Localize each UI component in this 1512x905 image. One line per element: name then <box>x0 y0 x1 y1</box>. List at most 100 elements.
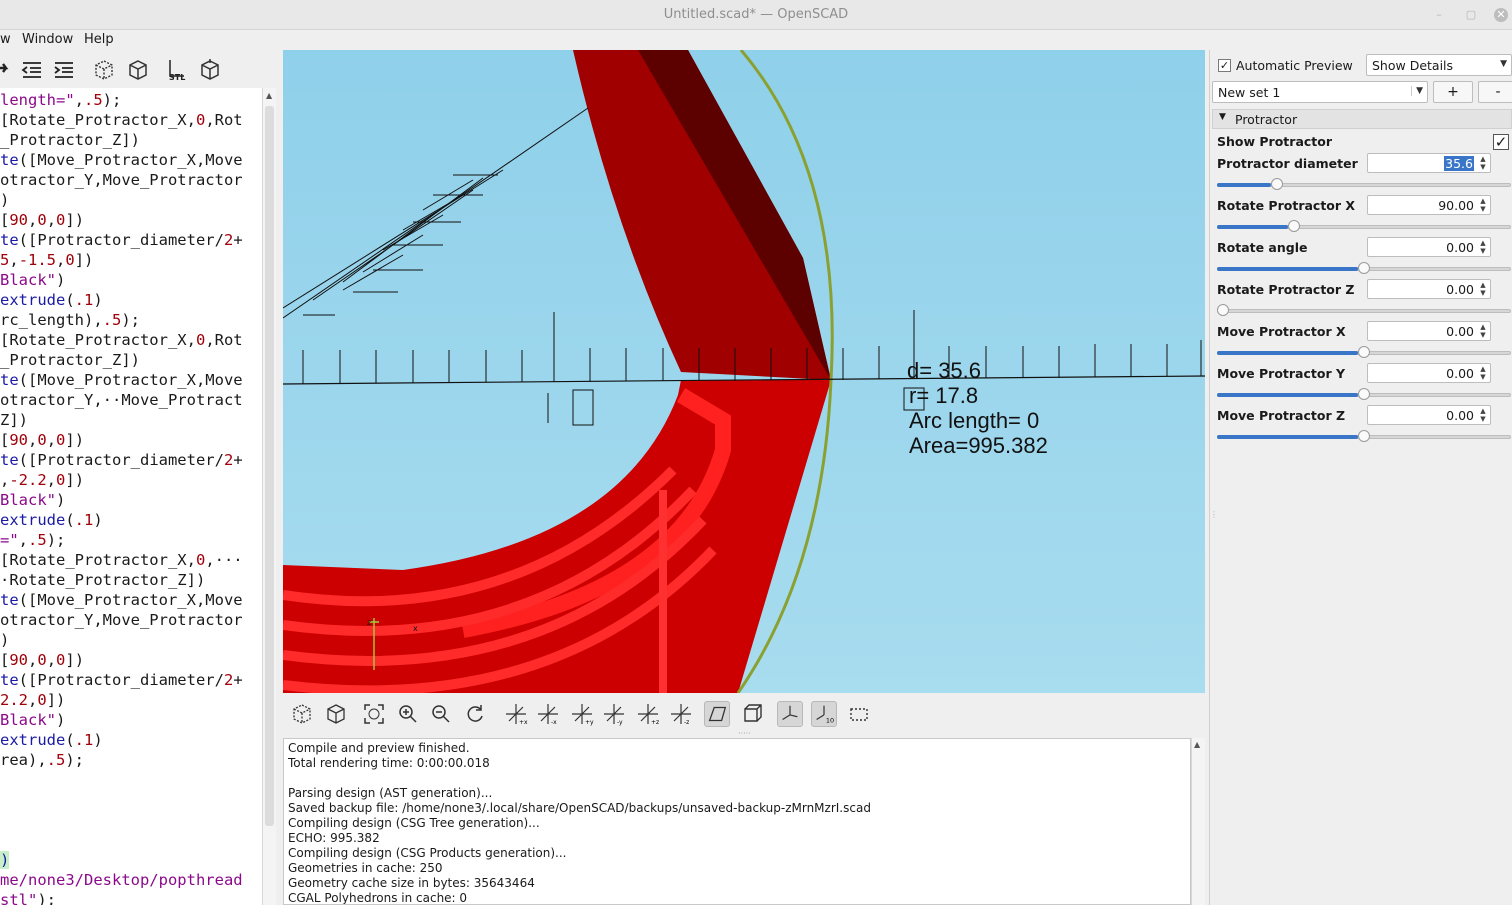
code-line: extrude(.1) <box>0 730 103 750</box>
zoom-out-icon[interactable] <box>428 701 454 727</box>
code-token: 0 <box>37 651 47 669</box>
view-left-icon[interactable]: -x <box>535 701 561 727</box>
menu-view[interactable]: w <box>0 32 11 47</box>
param-slider[interactable] <box>1217 388 1511 402</box>
spin-arrows-icon[interactable]: ▲ ▼ <box>1477 323 1489 339</box>
code-token: ) <box>0 851 10 869</box>
param-spinbox[interactable]: 35.6 ▲ ▼ <box>1367 153 1491 173</box>
code-editor[interactable]: length=",.5); [Rotate_Protractor_X,0,Rot _… <box>0 88 262 905</box>
code-token: ( <box>65 511 75 529</box>
view-top-icon[interactable]: +z <box>635 701 661 727</box>
editor-scroll-thumb[interactable] <box>265 106 274 826</box>
code-token: rc_length), <box>0 311 103 329</box>
code-token: otractor_Y,Move_Protractor <box>0 611 243 629</box>
code-line: ) <box>0 190 9 210</box>
param-spinbox[interactable]: 0.00 ▲ ▼ <box>1367 279 1491 299</box>
scroll-up-icon[interactable]: ▲ <box>1194 740 1200 749</box>
preset-select[interactable]: New set 1 ▼ <box>1212 81 1428 103</box>
param-spinbox[interactable]: 90.00 ▲ ▼ <box>1367 195 1491 215</box>
code-token: te <box>0 671 19 689</box>
svg-text:+x: +x <box>519 719 528 726</box>
unindent-icon[interactable] <box>20 58 44 82</box>
slider-handle[interactable] <box>1358 346 1370 358</box>
render-icon[interactable] <box>126 58 150 82</box>
param-slider[interactable] <box>1217 430 1511 444</box>
view-all-icon[interactable] <box>361 701 387 727</box>
slider-handle[interactable] <box>1358 262 1370 274</box>
add-preset-button[interactable]: + <box>1433 81 1473 103</box>
show-axes-icon[interactable] <box>777 701 803 727</box>
param-spinbox[interactable]: 0.00 ▲ ▼ <box>1367 363 1491 383</box>
slider-handle[interactable] <box>1358 388 1370 400</box>
details-mode-select[interactable]: Show Details ▼ <box>1366 54 1512 76</box>
preview-icon[interactable] <box>92 58 116 82</box>
code-line: 5,-1.5,0]) <box>0 250 93 270</box>
code-line: extrude(.1) <box>0 290 103 310</box>
code-line: Black") <box>0 270 65 290</box>
spin-arrows-icon[interactable]: ▲ ▼ <box>1477 365 1489 381</box>
param-slider[interactable] <box>1217 304 1511 318</box>
console-scrollbar[interactable]: ▲ <box>1191 738 1205 905</box>
slider-handle[interactable] <box>1217 304 1229 316</box>
slider-handle[interactable] <box>1271 178 1283 190</box>
viewport-label-radius: r= 17.8 <box>909 383 979 408</box>
spin-arrows-icon[interactable]: ▲ ▼ <box>1477 281 1489 297</box>
splitter-handle[interactable]: ⋮ <box>1210 510 1218 519</box>
perspective-icon[interactable] <box>704 701 730 727</box>
code-line: [Rotate_Protractor_X,0,Rot <box>0 110 243 130</box>
code-token: .1 <box>74 511 94 529</box>
zoom-in-icon[interactable] <box>395 701 421 727</box>
show-protractor-checkbox[interactable]: ✓ <box>1493 134 1509 150</box>
spin-arrows-icon[interactable]: ▲ ▼ <box>1477 197 1489 213</box>
spin-arrows-icon[interactable]: ▲ ▼ <box>1477 407 1489 423</box>
param-spinbox[interactable]: 0.00 ▲ ▼ <box>1367 237 1491 257</box>
param-value: 0.00 <box>1446 324 1474 339</box>
close-icon[interactable]: ✕ <box>1494 8 1508 22</box>
auto-preview-checkbox[interactable]: ✓ <box>1218 59 1231 72</box>
code-line: length=",.5); <box>0 90 121 110</box>
param-spinbox[interactable]: 0.00 ▲ ▼ <box>1367 321 1491 341</box>
slider-fill <box>1217 435 1358 439</box>
param-slider[interactable] <box>1217 220 1511 234</box>
menu-help[interactable]: Help <box>84 32 114 47</box>
render-icon[interactable] <box>323 701 349 727</box>
show-edges-icon[interactable] <box>846 701 872 727</box>
minimize-icon[interactable]: – <box>1432 8 1446 22</box>
spin-arrows-icon[interactable]: ▲ ▼ <box>1477 239 1489 255</box>
param-slider[interactable] <box>1217 178 1511 192</box>
console-output[interactable]: Compile and preview finished. Total rende… <box>283 738 1191 905</box>
slider-handle[interactable] <box>1358 430 1370 442</box>
redo-icon[interactable] <box>0 58 16 82</box>
splitter-handle[interactable]: ····· <box>738 729 751 738</box>
param-spinbox[interactable]: 0.00 ▲ ▼ <box>1367 405 1491 425</box>
code-line: [90,0,0]) <box>0 430 84 450</box>
remove-preset-button[interactable]: - <box>1478 81 1512 103</box>
view-bottom-icon[interactable]: -z <box>668 701 694 727</box>
slider-handle[interactable] <box>1288 220 1300 232</box>
export-stl-icon[interactable]: STL <box>164 58 188 82</box>
editor-scrollbar[interactable]: ▲ <box>262 88 276 905</box>
group-header[interactable]: ▼ Protractor <box>1212 109 1512 129</box>
view-front-icon[interactable]: +y <box>569 701 595 727</box>
scroll-up-icon[interactable]: ▲ <box>266 91 272 100</box>
view-right-icon[interactable]: +x <box>503 701 529 727</box>
orthogonal-icon[interactable] <box>740 701 766 727</box>
preview-icon[interactable] <box>289 701 315 727</box>
code-line: otractor_Y,Move_Protractor <box>0 610 243 630</box>
svg-text:-z: -z <box>684 719 689 726</box>
console-line: Compile and preview finished. <box>288 741 470 755</box>
export-3d-icon[interactable] <box>198 58 222 82</box>
code-line: 2.2,0]) <box>0 690 65 710</box>
code-token: =" <box>0 531 19 549</box>
view-back-icon[interactable]: -y <box>601 701 627 727</box>
menu-window[interactable]: Window <box>22 32 73 47</box>
param-slider[interactable] <box>1217 346 1511 360</box>
3d-viewport[interactable]: z x d= 35.6 r= 17.8 Arc length= 0 Area=9… <box>283 50 1205 693</box>
param-slider[interactable] <box>1217 262 1511 276</box>
spin-arrows-icon[interactable]: ▲ ▼ <box>1477 155 1489 171</box>
reset-view-icon[interactable] <box>462 701 488 727</box>
maximize-icon[interactable]: ▢ <box>1464 8 1478 22</box>
code-token: ( <box>65 291 75 309</box>
show-scale-markers-icon[interactable]: 10 <box>811 701 837 727</box>
indent-icon[interactable] <box>52 58 76 82</box>
